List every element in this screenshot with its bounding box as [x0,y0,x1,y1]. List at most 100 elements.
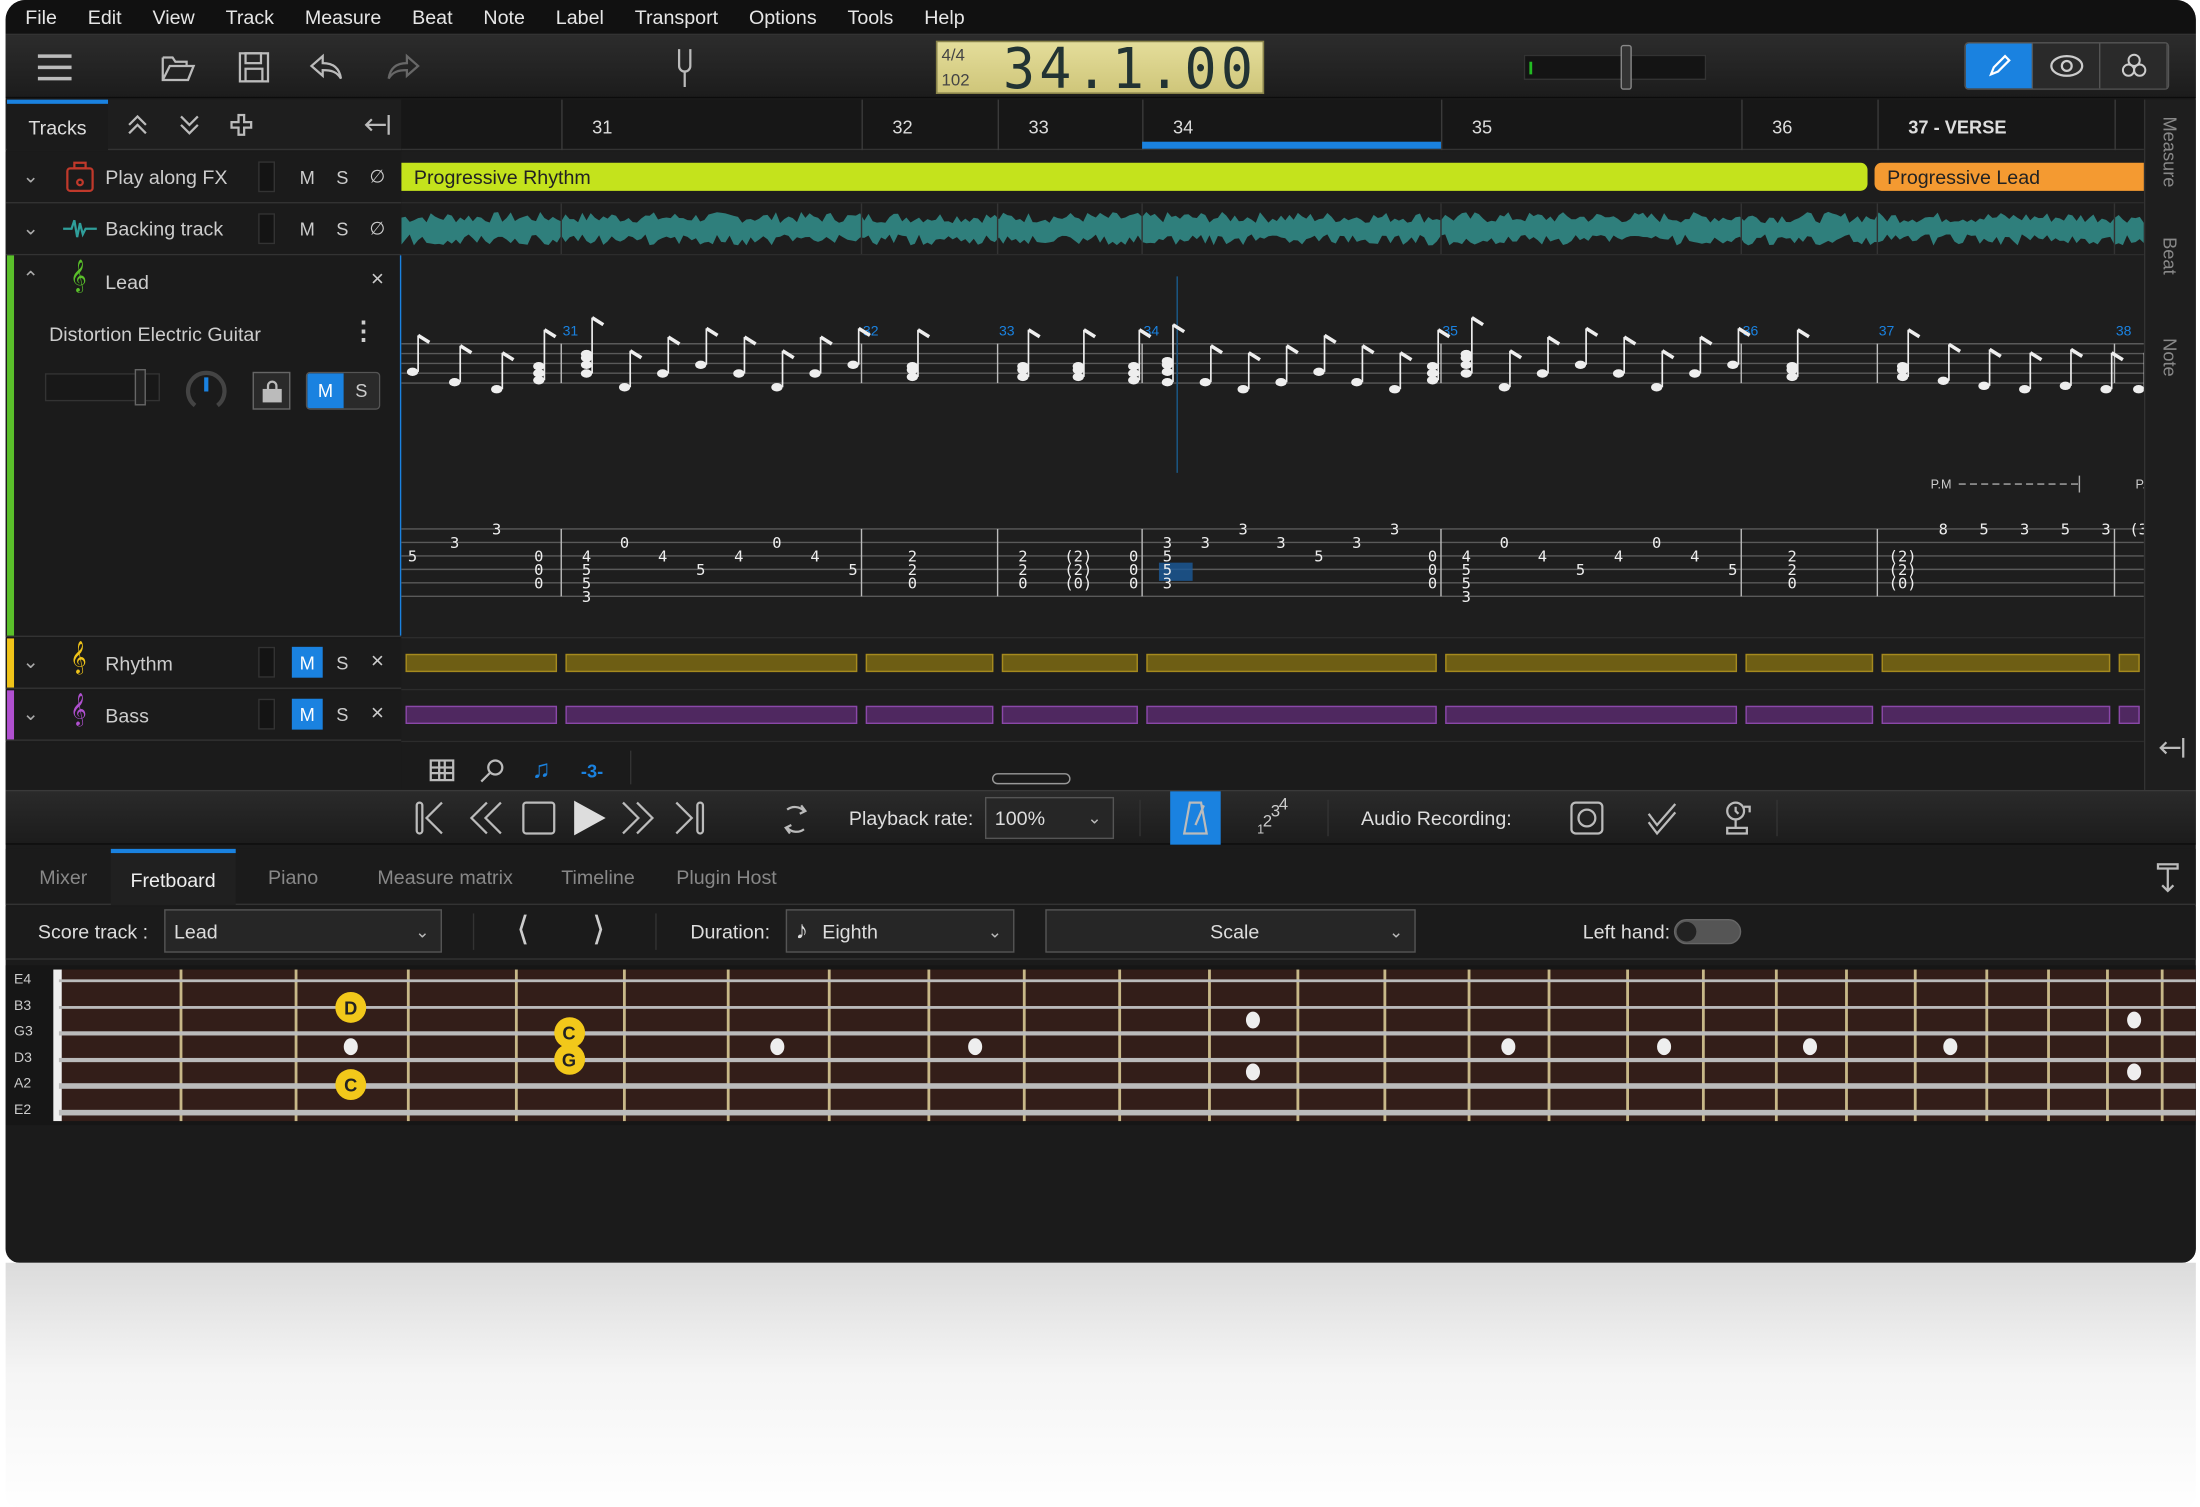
phase-invert-icon[interactable]: ∅ [362,213,393,244]
tab-fret-number[interactable]: 3 [582,588,591,606]
measure-label[interactable]: 35 [1472,116,1492,137]
measure-label[interactable]: 34 [1173,116,1193,137]
menu-options[interactable]: Options [749,6,817,28]
notehead[interactable] [1460,349,1472,359]
tab-fret-number[interactable]: 0 [1129,574,1138,592]
notehead[interactable] [448,377,461,387]
fretboard-note[interactable]: D [335,991,367,1023]
fretboard-note[interactable]: G [553,1043,585,1075]
stems-mode-button[interactable] [2100,43,2168,89]
tab-fret-number[interactable]: 5 [1979,521,1988,539]
tab-fret-number[interactable]: 3 [1390,521,1399,539]
notehead[interactable] [1978,381,1990,391]
close-icon[interactable]: × [362,647,393,678]
track-bass[interactable]: ⌄ 𝄞 Bass M S × [5,690,402,741]
measure-block[interactable] [1745,705,1874,724]
track-lead[interactable]: ⌃ 𝄞 Lead × Distortion Electric Guitar ⋮ … [5,255,407,638]
notehead[interactable] [1574,360,1587,370]
notehead[interactable] [695,360,707,370]
notehead[interactable] [1536,369,1549,378]
mute-button[interactable]: M [291,698,323,730]
measure-block[interactable] [2118,653,2140,673]
menu-tools[interactable]: Tools [848,6,894,28]
measure-block[interactable] [1445,653,1738,673]
master-volume-slider[interactable] [1523,44,1707,90]
slider-thumb[interactable] [134,369,146,406]
measure-block[interactable] [1445,705,1738,724]
guitar-string[interactable] [58,1057,2196,1063]
loop-icon[interactable] [776,800,815,839]
notehead[interactable] [1161,356,1173,366]
metronome-icon[interactable] [1170,791,1221,845]
track-name[interactable]: Backing track [105,217,223,239]
tab-fret-number[interactable]: 0 [1652,534,1661,552]
guitar-string[interactable] [58,1083,2196,1089]
close-icon[interactable]: × [362,699,393,730]
measure-block[interactable] [1881,653,2111,673]
tab-fret-number[interactable]: 3 [492,521,501,539]
measure-block[interactable] [1001,653,1138,673]
mute-button[interactable]: M [292,213,323,244]
tuning-fork-icon[interactable] [665,43,704,91]
measure-ruler[interactable]: 31 32 33 34 35 36 37 - VERSE [401,99,2144,151]
notehead[interactable] [580,349,593,359]
tab-fret-number[interactable]: 0 [1500,534,1509,552]
notehead[interactable] [1727,360,1739,370]
notehead[interactable] [733,369,745,378]
solo-button[interactable]: S [343,373,379,409]
count-in-button[interactable]: 1234 [1257,794,1288,836]
measure-label[interactable]: 36 [1772,116,1792,137]
tab-fret-number[interactable]: 8 [1939,521,1948,539]
tab-fret-number[interactable]: 5 [1576,561,1585,579]
left-hand-toggle[interactable] [1673,919,1742,945]
playback-rate-dropdown[interactable]: 100% ⌄ [984,796,1115,840]
measure-block[interactable] [2118,705,2140,724]
tab-fret-number[interactable]: 0 [534,574,543,592]
section-progressive-lead[interactable]: Progressive Lead [1874,162,2144,191]
track-name[interactable]: Rhythm [105,652,173,674]
score-lane[interactable]: 31 32 33 34 35 36 37 38 5 3 3 0 0 0 4 5 5 3 0 4 5 4 0 4 5 2 2 0 2 2 0(… [401,255,2144,639]
tab-fret-number[interactable]: 0 [772,534,781,552]
tab-fret-number[interactable]: 0 [1018,574,1027,592]
fretboard[interactable]: E4 B3 G3 D3 A2 E2 DCCG [5,965,2196,1126]
save-icon[interactable] [233,46,275,88]
tab-fretboard[interactable]: Fretboard [110,848,236,905]
previous-icon[interactable]: ⟨ [516,909,529,950]
menu-transport[interactable]: Transport [635,6,718,28]
measure-block[interactable] [865,653,994,673]
notehead[interactable] [771,383,783,392]
go-to-start-icon[interactable] [413,798,452,837]
menu-file[interactable]: File [25,6,57,28]
guitar-string[interactable] [58,979,2196,983]
fast-forward-icon[interactable] [619,798,658,837]
notehead[interactable] [657,369,669,378]
measure-block[interactable] [1001,705,1138,724]
expand-chevron-icon[interactable]: ⌄ [22,216,38,240]
measure-label[interactable]: 33 [1028,116,1048,137]
measure-block[interactable] [405,705,558,724]
solo-button[interactable]: S [327,699,358,730]
horizontal-scroll-handle[interactable] [991,773,1071,785]
guitar-string[interactable] [58,1006,2196,1010]
backing-track-lane[interactable] [401,203,2144,256]
tab-measure-matrix[interactable]: Measure matrix [358,849,533,905]
notehead[interactable] [1313,367,1325,377]
tab-fret-number[interactable]: 5 [1728,561,1737,579]
tab-timeline[interactable]: Timeline [542,849,655,905]
expand-chevron-icon[interactable]: ⌄ [22,164,38,188]
record-icon[interactable] [1566,798,1608,837]
menu-measure[interactable]: Measure [305,6,381,28]
solo-button[interactable]: S [327,647,358,678]
zoom-icon[interactable] [477,756,508,784]
triplet-button[interactable]: -3- [581,760,603,781]
tab-fret-number[interactable]: 4 [1538,548,1547,566]
move-track-up-icon[interactable] [123,111,151,139]
tab-plugin-host[interactable]: Plugin Host [657,849,797,905]
side-tab-note[interactable]: Note [2159,338,2180,377]
menu-beat[interactable]: Beat [412,6,452,28]
notehead[interactable] [1017,361,1029,371]
notehead[interactable] [2133,385,2144,394]
notehead[interactable] [1460,369,1472,378]
menu-edit[interactable]: Edit [88,6,122,28]
close-icon[interactable]: × [362,265,393,296]
